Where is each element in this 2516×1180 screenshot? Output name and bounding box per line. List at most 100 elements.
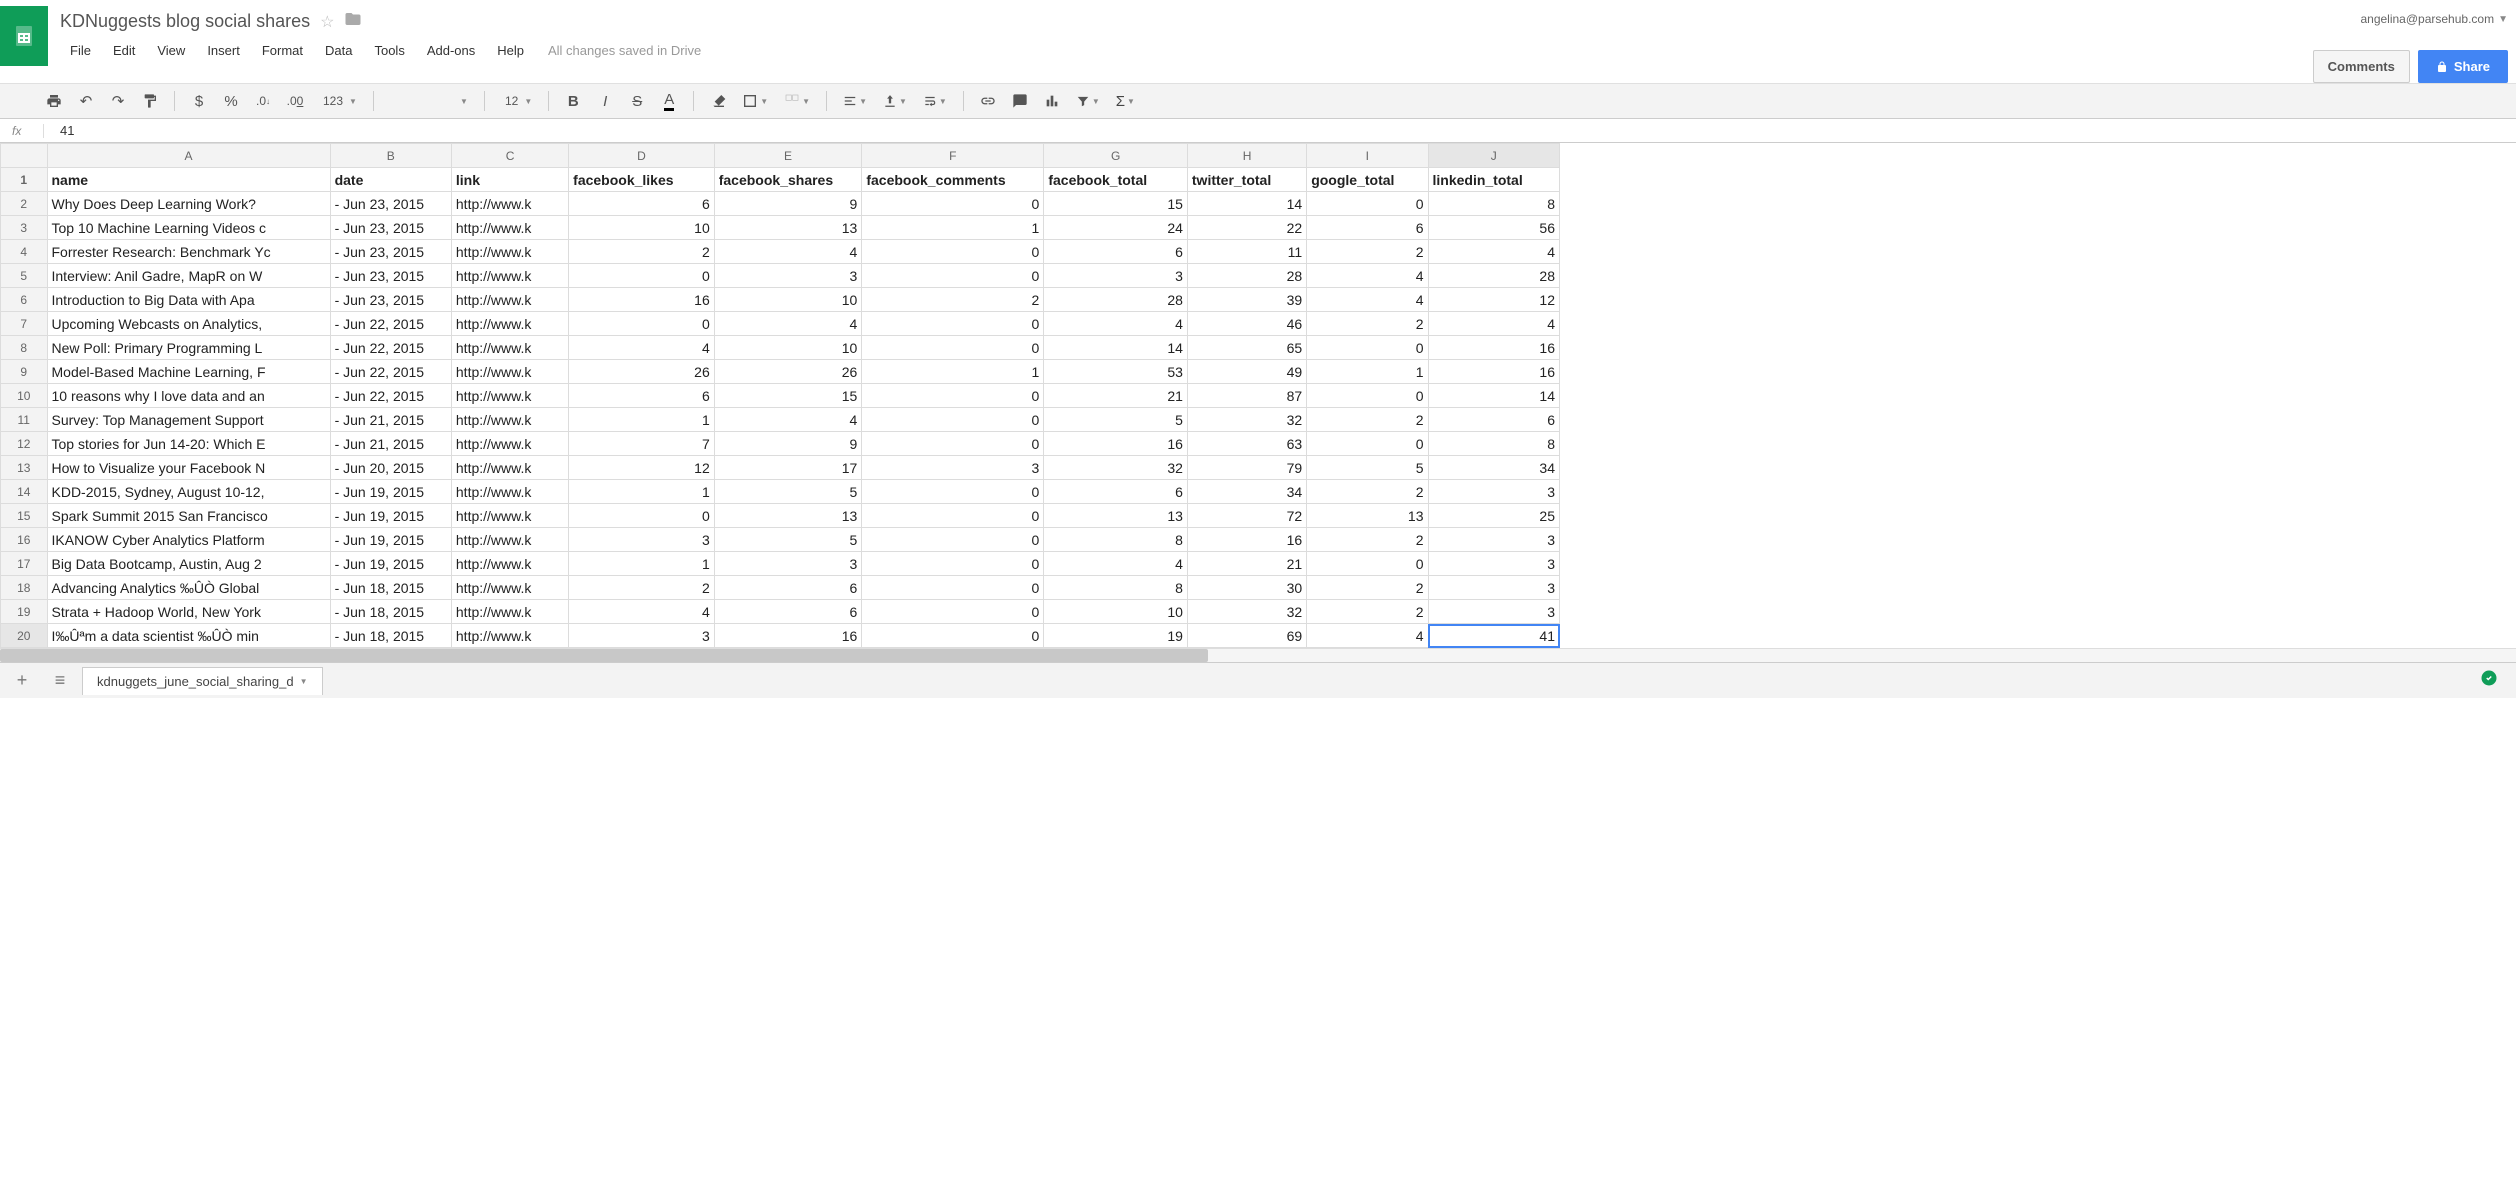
horizontal-align-button[interactable]: ▼ xyxy=(837,94,873,108)
cell[interactable]: Survey: Top Management Support xyxy=(47,408,330,432)
cell[interactable]: How to Visualize your Facebook N xyxy=(47,456,330,480)
col-header-A[interactable]: A xyxy=(47,144,330,168)
cell[interactable]: 14 xyxy=(1428,384,1560,408)
cell[interactable]: 3 xyxy=(1428,528,1560,552)
strikethrough-button[interactable]: S xyxy=(623,88,651,114)
cell[interactable]: 13 xyxy=(714,504,862,528)
cell[interactable]: - Jun 19, 2015 xyxy=(330,528,451,552)
row-header[interactable]: 13 xyxy=(1,456,48,480)
cell[interactable]: - Jun 23, 2015 xyxy=(330,288,451,312)
spreadsheet-grid[interactable]: A B C D E F G H I J 1namedatelinkfaceboo… xyxy=(0,143,2516,648)
doc-title[interactable]: KDNuggests blog social shares xyxy=(60,11,310,32)
cell[interactable]: 2 xyxy=(569,576,715,600)
cell[interactable]: 0 xyxy=(569,264,715,288)
cell[interactable]: 34 xyxy=(1187,480,1306,504)
cell[interactable]: Why Does Deep Learning Work? xyxy=(47,192,330,216)
cell[interactable]: 0 xyxy=(862,432,1044,456)
cell[interactable]: 26 xyxy=(569,360,715,384)
cell[interactable]: 2 xyxy=(1307,312,1428,336)
filter-button[interactable]: ▼ xyxy=(1070,94,1106,108)
cell[interactable]: 2 xyxy=(862,288,1044,312)
menu-addons[interactable]: Add-ons xyxy=(417,39,485,62)
cell[interactable]: http://www.k xyxy=(451,432,568,456)
sheet-tab-menu-icon[interactable]: ▼ xyxy=(300,677,308,686)
bold-button[interactable]: B xyxy=(559,88,587,114)
cell[interactable]: - Jun 18, 2015 xyxy=(330,600,451,624)
cell[interactable]: http://www.k xyxy=(451,576,568,600)
cell[interactable]: 3 xyxy=(1428,576,1560,600)
cell[interactable]: 6 xyxy=(714,600,862,624)
menu-tools[interactable]: Tools xyxy=(364,39,414,62)
col-header-E[interactable]: E xyxy=(714,144,862,168)
cell[interactable]: 4 xyxy=(1044,552,1188,576)
menu-view[interactable]: View xyxy=(147,39,195,62)
cell[interactable]: 0 xyxy=(862,504,1044,528)
cell[interactable]: 0 xyxy=(862,192,1044,216)
cell[interactable]: 0 xyxy=(1307,552,1428,576)
cell[interactable]: 22 xyxy=(1187,216,1306,240)
cell[interactable]: 46 xyxy=(1187,312,1306,336)
cell[interactable]: 0 xyxy=(1307,336,1428,360)
cell[interactable]: 0 xyxy=(862,240,1044,264)
cell[interactable]: 4 xyxy=(1307,264,1428,288)
cell[interactable]: 1 xyxy=(862,360,1044,384)
cell[interactable]: date xyxy=(330,168,451,192)
cell[interactable]: 13 xyxy=(1044,504,1188,528)
col-header-H[interactable]: H xyxy=(1187,144,1306,168)
cell[interactable]: 0 xyxy=(862,480,1044,504)
cell[interactable]: New Poll: Primary Programming L xyxy=(47,336,330,360)
share-button[interactable]: Share xyxy=(2418,50,2508,83)
cell[interactable]: 3 xyxy=(569,624,715,648)
cell[interactable]: 0 xyxy=(862,384,1044,408)
cell[interactable]: 2 xyxy=(569,240,715,264)
row-header[interactable]: 19 xyxy=(1,600,48,624)
cell[interactable]: 10 xyxy=(714,288,862,312)
cell[interactable]: 0 xyxy=(1307,192,1428,216)
row-header[interactable]: 18 xyxy=(1,576,48,600)
cell[interactable]: http://www.k xyxy=(451,192,568,216)
cell[interactable]: 12 xyxy=(569,456,715,480)
functions-button[interactable]: Σ▼ xyxy=(1110,93,1141,110)
cell[interactable]: 0 xyxy=(569,504,715,528)
cell[interactable]: link xyxy=(451,168,568,192)
cell[interactable]: 25 xyxy=(1428,504,1560,528)
cell[interactable]: 6 xyxy=(569,384,715,408)
font-family-dropdown[interactable]: ▼ xyxy=(384,97,474,106)
cell[interactable]: 3 xyxy=(1428,480,1560,504)
cell[interactable]: 41 xyxy=(1428,624,1560,648)
cell[interactable]: - Jun 23, 2015 xyxy=(330,216,451,240)
col-header-J[interactable]: J xyxy=(1428,144,1560,168)
menu-format[interactable]: Format xyxy=(252,39,313,62)
cell[interactable]: http://www.k xyxy=(451,504,568,528)
vertical-align-button[interactable]: ▼ xyxy=(877,94,913,108)
row-header[interactable]: 17 xyxy=(1,552,48,576)
col-header-I[interactable]: I xyxy=(1307,144,1428,168)
cell[interactable]: 5 xyxy=(1307,456,1428,480)
cell[interactable]: 15 xyxy=(1044,192,1188,216)
cell[interactable]: 9 xyxy=(714,192,862,216)
cell[interactable]: 0 xyxy=(862,408,1044,432)
cell[interactable]: - Jun 22, 2015 xyxy=(330,336,451,360)
cell[interactable]: 4 xyxy=(569,600,715,624)
cell[interactable]: 14 xyxy=(1044,336,1188,360)
cell[interactable]: 6 xyxy=(1428,408,1560,432)
undo-icon[interactable]: ↶ xyxy=(72,88,100,114)
cell[interactable]: KDD-2015, Sydney, August 10-12, xyxy=(47,480,330,504)
cell[interactable]: 0 xyxy=(1307,384,1428,408)
fill-color-button[interactable] xyxy=(704,88,732,114)
cell[interactable]: Advancing Analytics ‰ÛÒ Global xyxy=(47,576,330,600)
cell[interactable]: 21 xyxy=(1044,384,1188,408)
cell[interactable]: http://www.k xyxy=(451,336,568,360)
cell[interactable]: I‰Ûªm a data scientist ‰ÛÒ min xyxy=(47,624,330,648)
font-size-dropdown[interactable]: 12▼ xyxy=(495,94,538,108)
cell[interactable]: 4 xyxy=(1044,312,1188,336)
cell[interactable]: 6 xyxy=(569,192,715,216)
cell[interactable]: 16 xyxy=(1428,360,1560,384)
cell[interactable]: http://www.k xyxy=(451,552,568,576)
cell[interactable]: 0 xyxy=(862,528,1044,552)
cell[interactable]: 13 xyxy=(714,216,862,240)
select-all-corner[interactable] xyxy=(1,144,48,168)
cell[interactable]: 0 xyxy=(1307,432,1428,456)
cell[interactable]: 3 xyxy=(714,264,862,288)
cell[interactable]: http://www.k xyxy=(451,408,568,432)
